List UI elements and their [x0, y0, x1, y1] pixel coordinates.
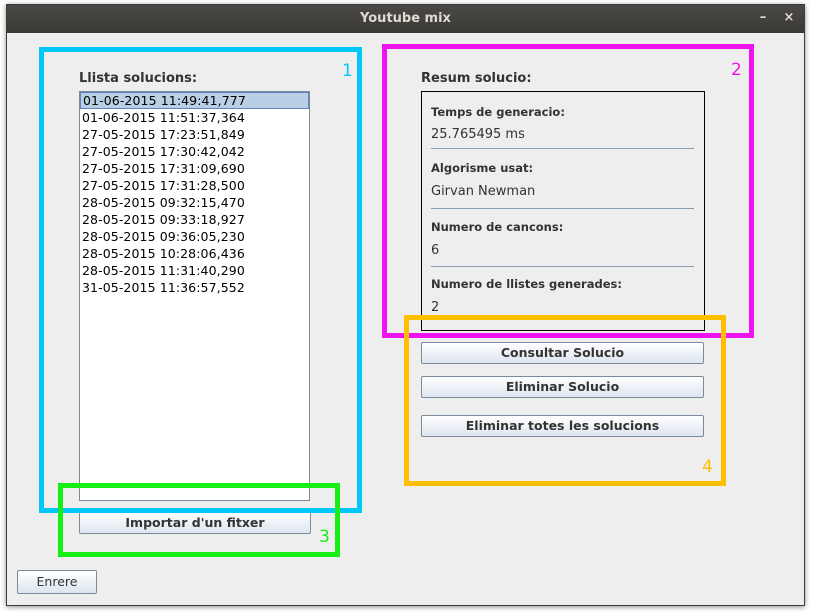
annotation-box-1: [39, 47, 362, 513]
annotation-box-4: [404, 315, 726, 486]
window-title: Youtube mix: [360, 11, 451, 26]
annotation-number-3: 3: [319, 527, 330, 547]
annotation-box-2: [382, 44, 754, 338]
close-icon[interactable]: ×: [781, 10, 797, 26]
annotation-number-1: 1: [342, 61, 353, 81]
back-button[interactable]: Enrere: [17, 570, 97, 594]
minimize-icon[interactable]: –: [755, 10, 771, 26]
annotation-number-4: 4: [702, 457, 713, 477]
title-bar[interactable]: Youtube mix – ×: [7, 5, 804, 33]
annotation-number-2: 2: [731, 60, 742, 80]
annotation-box-3: [58, 483, 340, 557]
